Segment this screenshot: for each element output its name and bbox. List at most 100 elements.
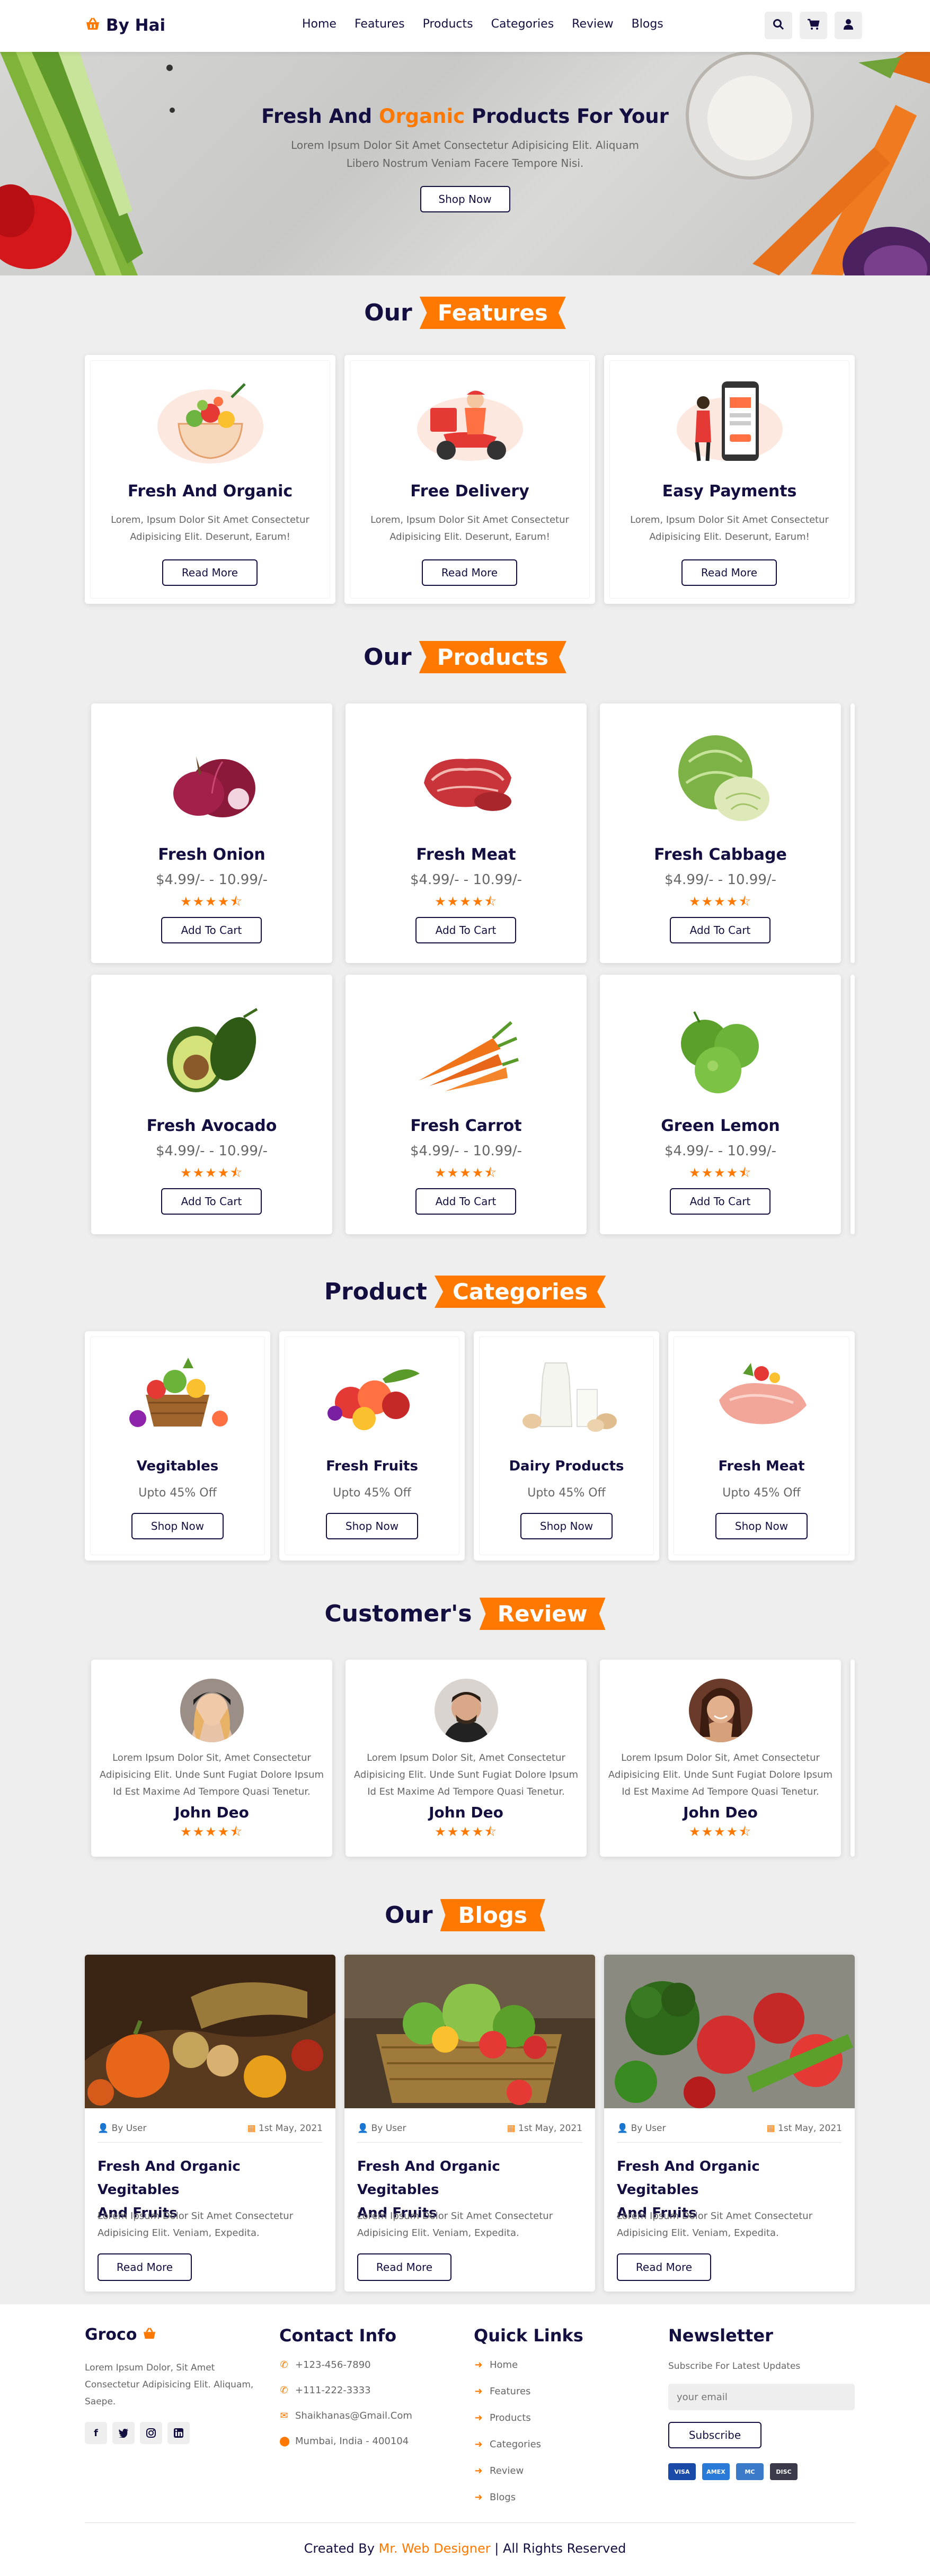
blog-meta: 👤 By User ▦ 1st May, 2021 [617,2123,842,2143]
blog-read-more-button[interactable]: Read More [98,2253,192,2281]
newsletter-email-input[interactable] [668,2384,855,2410]
facebook-icon[interactable]: f [85,2422,107,2444]
nav-categories[interactable]: Categories [491,17,554,31]
add-to-cart-button[interactable]: Add To Cart [670,917,770,943]
avatar [180,1679,244,1742]
category-discount: Upto 45% Off [722,1486,801,1500]
nav-home[interactable]: Home [302,17,336,31]
blog-author-text: By User [371,2123,406,2134]
blog-read-more-button[interactable]: Read More [357,2253,451,2281]
category-shop-now-button[interactable]: Shop Now [715,1513,808,1539]
linkedin-icon[interactable] [167,2422,190,2444]
footer-link-review[interactable]: ➜ Review [474,2465,524,2476]
calendar-icon: ▦ [507,2123,516,2134]
user-button[interactable] [835,12,862,39]
credit-author[interactable]: Mr. Web Designer [379,2541,491,2556]
add-to-cart-button[interactable]: Add To Cart [415,1188,516,1215]
review-text-line3: Id Est Maxime Ad Tempore Quasi Tenetur. [622,1786,819,1797]
instagram-icon[interactable] [140,2422,162,2444]
mobile-payment-icon [676,381,783,461]
blog-card: 👤 By User ▦ 1st May, 2021 Fresh And Organ… [85,1955,335,2292]
contact-address[interactable]: ⬤ Mumbai, India - 400104 [279,2436,409,2447]
footer-about: Lorem Ipsum Dolor, Sit Amet Consectetur A… [85,2359,253,2410]
category-card: Fresh Fruits Upto 45% Off Shop Now [279,1331,465,1561]
product-card-partial [851,703,855,963]
blog-image[interactable] [85,1955,335,2108]
feature-read-more-button[interactable]: Read More [162,559,258,586]
mastercard-icon: MC [736,2463,764,2480]
category-shop-now-button[interactable]: Shop Now [131,1513,224,1539]
category-card: Fresh Meat Upto 45% Off Shop Now [668,1331,855,1561]
add-to-cart-button[interactable]: Add To Cart [415,917,516,943]
category-card: Dairy Products Upto 45% Off Shop Now [474,1331,659,1561]
blog-image[interactable] [604,1955,855,2108]
star-rating: ★★★★⯪ [689,894,752,909]
add-to-cart-button[interactable]: Add To Cart [161,1188,262,1215]
nav-blogs[interactable]: Blogs [632,17,663,31]
product-price: $4.99/- - 10.99/- [410,872,522,888]
blog-read-more-button[interactable]: Read More [617,2253,711,2281]
add-to-cart-button[interactable]: Add To Cart [670,1188,770,1215]
contact-phone-1[interactable]: ✆ +123-456-7890 [279,2359,370,2370]
user-icon: 👤 [357,2123,369,2134]
cart-button[interactable] [800,12,827,39]
newsletter-text: Subscribe For Latest Updates [668,2361,801,2372]
product-price: $4.99/- - 10.99/- [155,1143,268,1159]
arrow-right-icon: ➜ [474,2492,483,2503]
feature-read-more-button[interactable]: Read More [681,559,777,586]
cart-icon [807,19,820,32]
site-footer: Groco Lorem Ipsum Dolor, Sit Amet Consect… [0,2304,930,2576]
blog-title-line1: Fresh And Organic Vegitables [617,2159,760,2198]
contact-email-text: Shaikhanas@Gmail.Com [295,2410,412,2421]
category-shop-now-button[interactable]: Shop Now [520,1513,613,1539]
footer-link-blogs[interactable]: ➜ Blogs [474,2492,516,2503]
delivery-scooter-icon [417,390,523,461]
star-rating: ★★★★⯪ [689,1165,752,1180]
review-card-partial [851,1660,855,1857]
calendar-icon: ▦ [766,2123,775,2134]
add-to-cart-button[interactable]: Add To Cart [161,917,262,943]
contact-phone-2[interactable]: ✆ +111-222-3333 [279,2385,370,2396]
nav-review[interactable]: Review [572,17,614,31]
product-name: Fresh Meat [416,845,516,864]
blog-date: ▦ 1st May, 2021 [247,2123,323,2134]
product-price: $4.99/- - 10.99/- [664,1143,777,1159]
contact-email[interactable]: ✉ Shaikhanas@Gmail.Com [279,2410,412,2421]
subscribe-button[interactable]: Subscribe [668,2422,761,2448]
carrot-image [418,1021,519,1091]
blog-excerpt-line2: Adipisicing Elit. Veniam, Expedita. [357,2227,519,2239]
hero-shop-now-button[interactable]: Shop Now [420,186,510,212]
review-text: Lorem Ipsum Dolor Sit, Amet Consectetur A… [91,1750,332,1800]
header-actions [765,12,862,39]
footer-link-features[interactable]: ➜ Features [474,2386,530,2397]
footer-link-home[interactable]: ➜ Home [474,2359,518,2370]
review-card: Lorem Ipsum Dolor Sit, Amet Consectetur A… [346,1660,587,1857]
products-heading-tag: Products [419,641,566,673]
arrow-right-icon: ➜ [474,2412,483,2423]
blog-author: 👤 By User [357,2123,406,2134]
feature-card: Easy Payments Lorem, Ipsum Dolor Sit Ame… [604,355,855,604]
search-button[interactable] [765,12,792,39]
product-card: Fresh Avocado $4.99/- - 10.99/- ★★★★⯪ Ad… [91,975,332,1234]
review-card: Lorem Ipsum Dolor Sit, Amet Consectetur A… [91,1660,332,1857]
footer-link-categories[interactable]: ➜ Categories [474,2439,541,2450]
nav-products[interactable]: Products [423,17,473,31]
logo[interactable]: By Hai [85,16,165,35]
categories-heading: Product Categories [0,1276,930,1308]
product-name: Fresh Avocado [146,1117,277,1135]
footer-link-text: Home [490,2359,518,2370]
product-price: $4.99/- - 10.99/- [410,1143,522,1159]
footer-divider [85,2522,855,2523]
nav-features[interactable]: Features [355,17,405,31]
feature-read-more-button[interactable]: Read More [422,559,517,586]
footer-link-products[interactable]: ➜ Products [474,2412,530,2423]
features-heading-text: Our [364,299,412,326]
avocado-image [166,1008,258,1092]
avatar [434,1679,498,1742]
blog-image[interactable] [344,1955,595,2108]
amex-card-icon: AMEX [702,2463,730,2480]
vegetables-basket-image [129,1358,228,1427]
category-shop-now-button[interactable]: Shop Now [326,1513,418,1539]
arrow-right-icon: ➜ [474,2386,483,2397]
twitter-icon[interactable] [112,2422,135,2444]
